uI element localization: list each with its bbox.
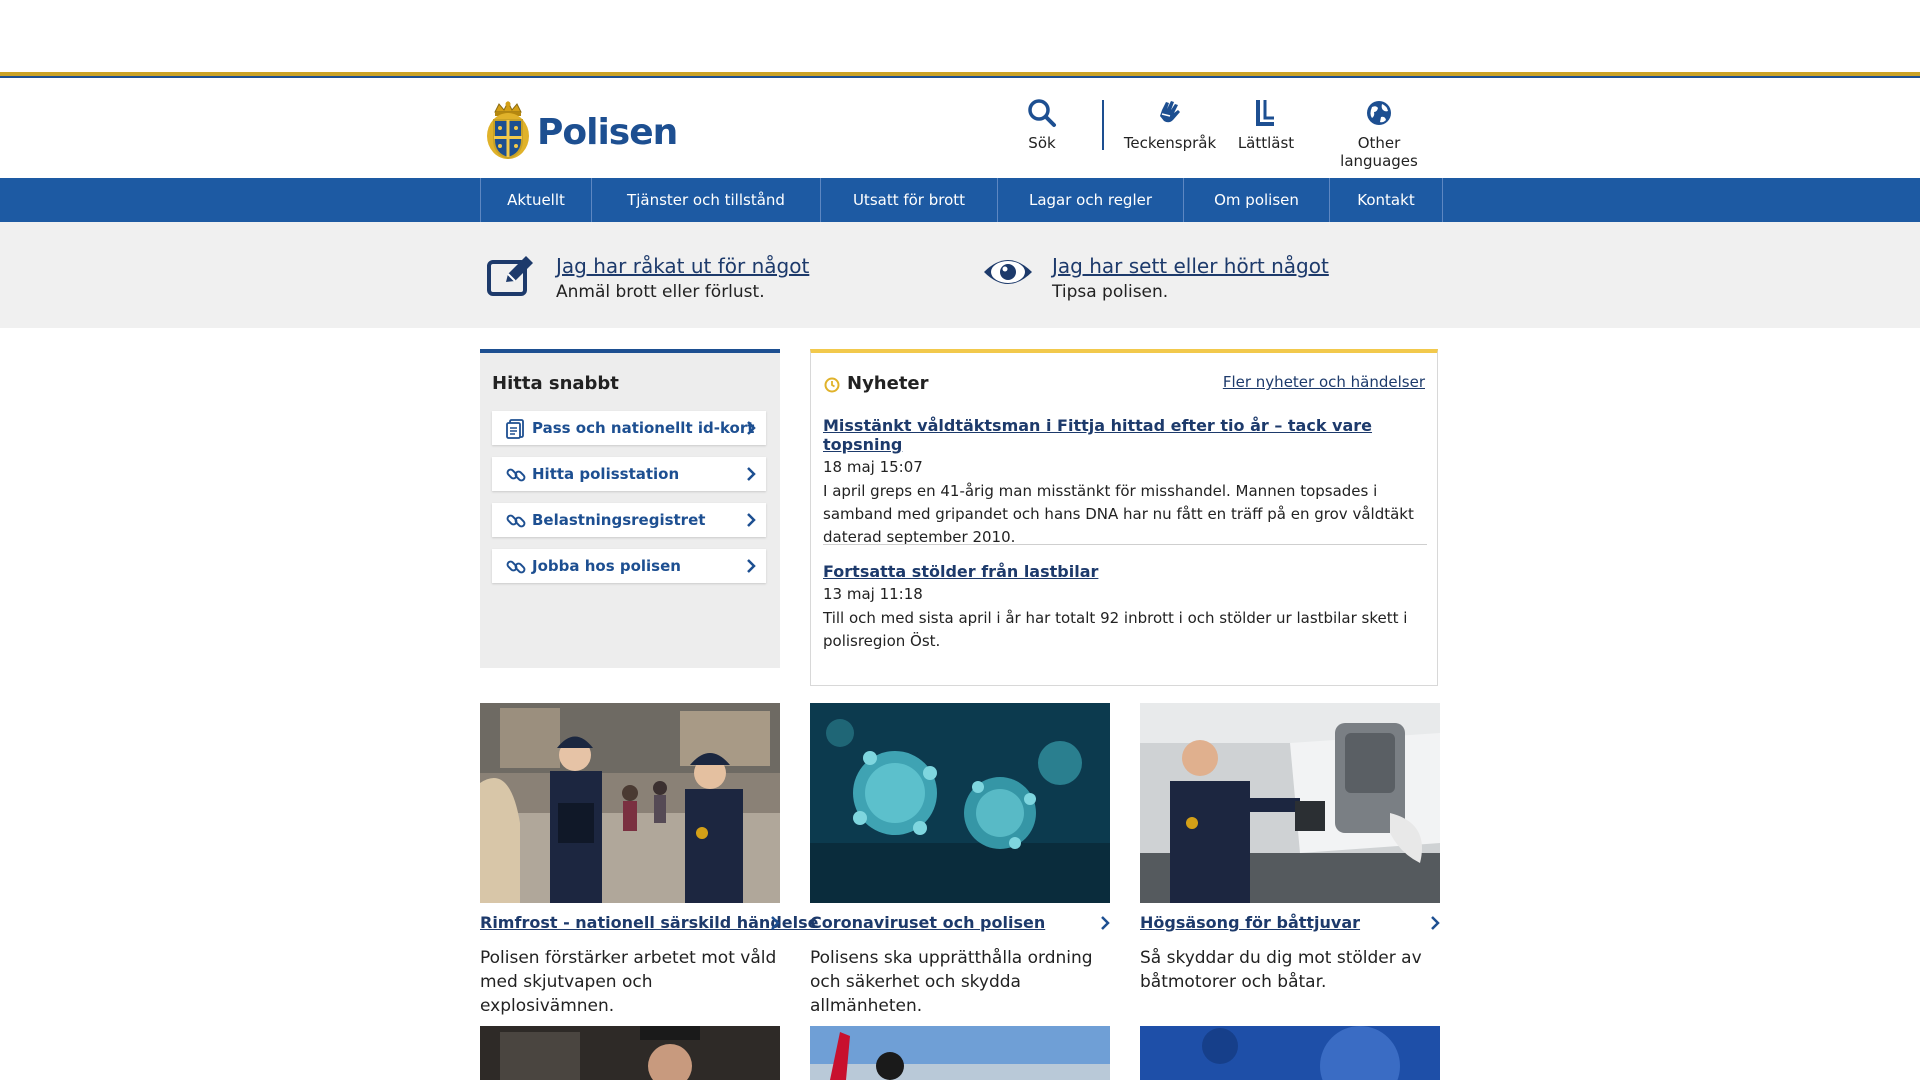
card-title: Högsäsong för båttjuvar — [1140, 913, 1361, 932]
search-icon — [1028, 99, 1056, 127]
globe-icon — [1367, 101, 1391, 125]
quick-link-label: Hitta polisstation — [532, 465, 680, 483]
site-header: Polisen Sök Teckenspråk Lättläst Other l… — [0, 78, 1920, 178]
header-divider — [1102, 100, 1104, 150]
link-icon — [506, 514, 526, 528]
virus-photo — [810, 703, 1110, 903]
sign-language-label: Teckenspråk — [1123, 134, 1217, 152]
feature-card-boat[interactable]: Högsäsong för båttjuvar Så skyddar du di… — [1140, 703, 1440, 994]
chevron-right-icon — [747, 467, 756, 481]
news-item-title[interactable]: Fortsatta stölder från lastbilar — [823, 562, 1427, 581]
quick-link-pass[interactable]: Pass och nationellt id-kort — [492, 411, 766, 445]
link-icon — [506, 468, 526, 482]
sign-language-icon — [1160, 101, 1180, 123]
more-news-link[interactable]: Fler nyheter och händelser — [1223, 373, 1425, 391]
news-panel: Nyheter Fler nyheter och händelser Misst… — [810, 349, 1438, 686]
easy-read-button[interactable]: Lättläst — [1234, 98, 1298, 152]
nav-item-om-polisen[interactable]: Om polisen — [1183, 178, 1329, 222]
chevron-right-icon — [771, 916, 780, 930]
card-image-partial[interactable] — [1140, 1026, 1440, 1080]
other-languages-label: Other languages — [1340, 134, 1418, 170]
quick-links-panel: Hitta snabbt Pass och nationellt id-kort… — [480, 349, 780, 668]
card-title: Rimfrost - nationell särskild händelse — [480, 913, 819, 932]
card-title: Coronaviruset och polisen — [810, 913, 1046, 932]
report-left-link[interactable]: Jag har råkat ut för något — [556, 254, 809, 278]
quick-link-label: Belastningsregistret — [532, 511, 706, 529]
feature-card-corona[interactable]: Coronaviruset och polisen Polisens ska u… — [810, 703, 1110, 1018]
top-blank-band — [0, 0, 1920, 72]
nav-item-kontakt[interactable]: Kontakt — [1329, 178, 1443, 222]
nav-item-tjanster[interactable]: Tjänster och tillstånd — [591, 178, 820, 222]
news-item-date: 18 maj 15:07 — [823, 458, 923, 476]
main-navigation: Aktuellt Tjänster och tillstånd Utsatt f… — [0, 178, 1920, 222]
card-title-link[interactable]: Rimfrost - nationell särskild händelse — [480, 913, 818, 932]
quick-link-label: Jobba hos polisen — [532, 557, 681, 575]
chevron-right-icon — [1101, 916, 1110, 930]
polisen-logo[interactable]: Polisen — [485, 98, 685, 164]
card-title-link[interactable]: Högsäsong för båttjuvar — [1140, 913, 1440, 932]
news-item-title[interactable]: Misstänkt våldtäktsman i Fittja hittad e… — [823, 416, 1427, 454]
chevron-right-icon — [747, 513, 756, 527]
easy-read-label: Lättläst — [1237, 134, 1295, 152]
link-icon — [506, 560, 526, 574]
chevron-right-icon — [1431, 916, 1440, 930]
quick-link-belastningsregistret[interactable]: Belastningsregistret — [492, 503, 766, 537]
news-item: Misstänkt våldtäktsman i Fittja hittad e… — [823, 416, 1427, 549]
boat-motor-photo — [1140, 703, 1440, 903]
report-right-link[interactable]: Jag har sett eller hört något — [1052, 254, 1329, 278]
nav-item-aktuellt[interactable]: Aktuellt — [480, 178, 591, 222]
card-image-partial[interactable] — [480, 1026, 780, 1080]
card-description: Polisen förstärker arbetet mot våld med … — [480, 948, 777, 1016]
news-divider — [823, 544, 1427, 545]
police-crest-icon — [487, 100, 529, 160]
news-item: Fortsatta stölder från lastbilar 13 maj … — [823, 562, 1427, 653]
search-button[interactable]: Sök — [1020, 98, 1064, 152]
news-item-text: Till och med sista april i år har totalt… — [823, 609, 1408, 650]
nav-item-utsatt[interactable]: Utsatt för brott — [820, 178, 997, 222]
report-left-subtitle: Anmäl brott eller förlust. — [556, 282, 765, 302]
news-item-text: I april greps en 41-årig man misstänkt f… — [823, 482, 1414, 546]
news-item-date: 13 maj 11:18 — [823, 585, 923, 603]
quick-link-polisstation[interactable]: Hitta polisstation — [492, 457, 766, 491]
card-description: Polisens ska upprätthålla ordning och sä… — [810, 948, 1093, 1016]
feature-card-rimfrost[interactable]: Rimfrost - nationell särskild händelse P… — [480, 703, 818, 1018]
card-image-partial[interactable] — [810, 1026, 1110, 1080]
other-languages-button[interactable]: Other languages — [1318, 98, 1440, 170]
search-label: Sök — [1028, 134, 1056, 152]
card-title-link[interactable]: Coronaviruset och polisen — [810, 913, 1110, 932]
report-right-subtitle: Tipsa polisen. — [1052, 282, 1169, 302]
quick-links-title: Hitta snabbt — [492, 373, 619, 394]
easy-read-icon — [1256, 100, 1274, 126]
news-title: Nyheter — [847, 373, 929, 394]
clock-icon — [824, 377, 840, 393]
report-band: Jag har råkat ut för något Anmäl brott e… — [0, 222, 1920, 328]
logo-text: Polisen — [537, 112, 678, 153]
quick-link-label: Pass och nationellt id-kort — [532, 419, 755, 437]
card-description: Så skyddar du dig mot stölder av båtmoto… — [1140, 948, 1422, 992]
document-icon — [506, 419, 524, 439]
eye-icon — [984, 260, 1032, 284]
quick-link-jobba[interactable]: Jobba hos polisen — [492, 549, 766, 583]
chevron-right-icon — [747, 559, 756, 573]
edit-icon — [487, 256, 533, 296]
nav-item-lagar[interactable]: Lagar och regler — [997, 178, 1183, 222]
police-patrol-photo — [480, 703, 780, 903]
chevron-right-icon — [747, 421, 756, 435]
sign-language-button[interactable]: Teckenspråk — [1122, 98, 1218, 152]
